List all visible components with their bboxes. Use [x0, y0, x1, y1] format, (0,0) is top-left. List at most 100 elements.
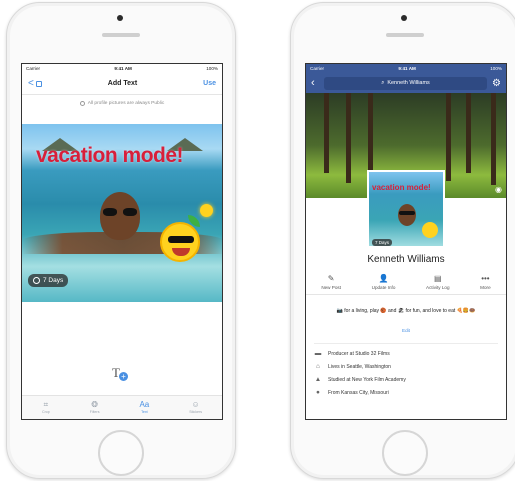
add-text-screen: Carrier 9:41 AM 100% < Add Text Use All … [21, 63, 223, 420]
more-button[interactable]: ••• More [480, 274, 490, 290]
new-post-icon: ✎ [327, 274, 335, 283]
crop-icon: ⌗ [43, 400, 49, 409]
tab-text[interactable]: Aa Text [139, 400, 150, 415]
search-icon: ⌕ [381, 79, 385, 86]
action-label: Activity Log [426, 285, 450, 290]
sunglasses [399, 211, 415, 215]
info-row-education[interactable]: ▲ Studied at New York Film Academy [314, 373, 498, 386]
sticker-mouth [172, 248, 190, 256]
profile-photo-editor[interactable]: vacation mode! 7 Days [22, 124, 222, 302]
profile-bio: 📷 for a living, play 🏀 and 🏖 for fun, an… [336, 308, 476, 314]
home-icon: ⌂ [316, 363, 320, 370]
home-button[interactable] [382, 430, 428, 476]
tree-trunk [368, 93, 373, 173]
tree-trunk [446, 93, 451, 181]
overlay-text[interactable]: vacation mode! [36, 144, 184, 168]
briefcase-icon: ▬ [314, 350, 322, 357]
home-button[interactable] [98, 430, 144, 476]
sticker-eyes [168, 236, 194, 243]
privacy-notice-text: All profile pictures are always Public [87, 100, 165, 106]
nav-bar: ‹ ⌕ Kenneth Williams ⚙ [306, 73, 506, 93]
tree-trunk [324, 93, 329, 173]
tree-trunk [346, 93, 351, 183]
speaker [102, 33, 140, 37]
tab-label: Text [141, 410, 148, 414]
front-camera [401, 15, 407, 21]
plus-icon: + [119, 372, 128, 381]
gear-icon[interactable]: ⚙ [492, 78, 501, 89]
profile-picture[interactable]: vacation mode! 7 Days [367, 170, 445, 248]
right-phone: Carrier 9:41 AM 100% ‹ ⌕ Kenneth William… [290, 2, 515, 479]
action-label: More [480, 285, 491, 290]
info-text: Producer at Studio 32 Films [328, 350, 390, 357]
speaker [386, 33, 424, 37]
battery-label: 100% [206, 66, 218, 71]
profile-actions: ✎ New Post 👤 Update Info ▤ Activity Log •••… [306, 274, 506, 295]
edit-bio-link[interactable]: Edit [306, 328, 506, 333]
carrier-label: Carrier [26, 66, 41, 71]
sunglasses [103, 208, 137, 217]
info-row-hometown[interactable]: ● From Kansas City, Missouri [314, 386, 498, 399]
chevron-left-icon: < [28, 78, 34, 89]
gallery-icon [35, 80, 42, 87]
tab-filters[interactable]: ❂ Filters [89, 400, 100, 415]
activity-log-button[interactable]: ▤ Activity Log [426, 274, 450, 290]
search-input[interactable]: Kenneth Williams [387, 80, 430, 86]
leaf-shape [188, 215, 200, 227]
battery-label: 100% [490, 66, 502, 71]
tab-stickers[interactable]: ☺ Stickers [189, 400, 202, 415]
sunglasses-emoji-sticker[interactable] [160, 215, 200, 262]
update-info-button[interactable]: 👤 Update Info [372, 274, 396, 290]
profile-duration-badge: 7 Days [372, 239, 393, 246]
search-bar[interactable]: ⌕ Kenneth Williams [324, 76, 488, 90]
tab-label: Crop [41, 410, 50, 414]
filters-icon: ❂ [91, 400, 98, 409]
info-text: Studied at New York Film Academy [328, 376, 406, 383]
tree-trunk [491, 93, 496, 185]
clock-icon [33, 277, 40, 284]
camera-icon[interactable]: ◉ [495, 185, 502, 194]
profile-name: Kenneth Williams [367, 254, 445, 265]
info-row-home[interactable]: ⌂ Lives in Seattle, Washington [314, 360, 498, 373]
clock-label: 9:41 AM [114, 66, 132, 71]
tree-trunk [466, 93, 471, 173]
front-camera [117, 15, 123, 21]
nav-bar: < Add Text Use [22, 73, 222, 95]
action-label: New Post [321, 285, 341, 290]
info-text: Lives in Seattle, Washington [328, 363, 391, 370]
graduation-icon: ▲ [314, 376, 322, 383]
new-post-button[interactable]: ✎ New Post [321, 274, 341, 290]
text-icon: Aa [139, 400, 150, 409]
stickers-icon: ☺ [191, 400, 200, 409]
tab-label: Stickers [189, 410, 202, 414]
more-icon: ••• [481, 274, 490, 283]
status-bar: Carrier 9:41 AM 100% [306, 64, 506, 73]
person-head [398, 204, 416, 226]
profile-info-list: ▬ Producer at Studio 32 Films ⌂ Lives in S… [314, 343, 498, 399]
action-label: Update Info [371, 285, 396, 290]
info-text: From Kansas City, Missouri [328, 389, 389, 396]
duration-badge[interactable]: 7 Days [28, 274, 69, 287]
back-button[interactable]: < [28, 78, 42, 89]
status-bar: Carrier 9:41 AM 100% [22, 64, 222, 73]
location-pin-icon: ● [316, 389, 320, 396]
globe-icon [79, 100, 85, 106]
info-row-work[interactable]: ▬ Producer at Studio 32 Films [314, 347, 498, 360]
carrier-label: Carrier [310, 66, 325, 71]
clock-label: 9:41 AM [398, 66, 416, 71]
editor-tab-bar: ⌗ Crop ❂ Filters Aa Text ☺ Stickers [22, 395, 222, 419]
sun-sticker[interactable] [200, 204, 213, 217]
tab-label: Filters [89, 410, 100, 414]
privacy-notice: All profile pictures are always Public [22, 95, 222, 111]
tab-crop[interactable]: ⌗ Crop [41, 400, 50, 415]
duration-badge-label: 7 Days [43, 277, 64, 284]
profile-screen: Carrier 9:41 AM 100% ‹ ⌕ Kenneth William… [305, 63, 507, 420]
facebook-header: Carrier 9:41 AM 100% ‹ ⌕ Kenneth William… [306, 64, 506, 93]
activity-log-icon: ▤ [434, 274, 442, 283]
page-title: Add Text [107, 80, 138, 87]
add-text-button[interactable]: T + [112, 365, 128, 381]
left-phone: Carrier 9:41 AM 100% < Add Text Use All … [6, 2, 236, 479]
use-button[interactable]: Use [203, 80, 216, 87]
profile-overlay-text: vacation mode! [372, 183, 431, 192]
back-button[interactable]: ‹ [311, 77, 319, 89]
